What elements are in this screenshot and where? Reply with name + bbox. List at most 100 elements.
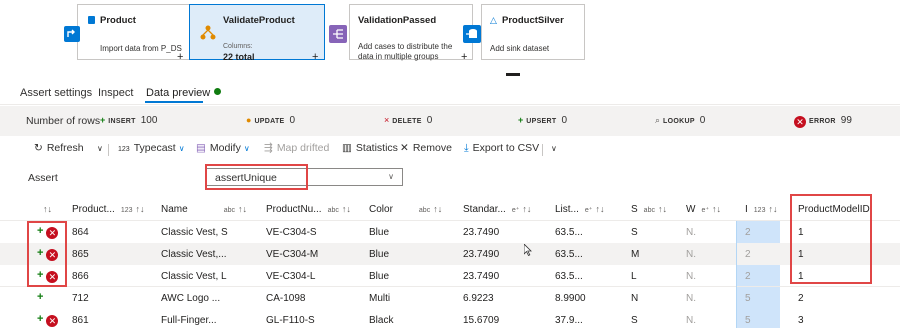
typecast-button[interactable]: 123 Typecast ∨ — [118, 142, 185, 154]
map-drifted-button[interactable]: ⇶ Map drifted — [264, 142, 329, 154]
cell-number: GL-F110-S — [266, 315, 315, 326]
upsert-icon: + — [518, 115, 524, 125]
column-header[interactable]: Sabc ↑↓ — [631, 204, 667, 215]
toolbar-separator — [108, 144, 109, 156]
cell-color: Blue — [369, 249, 390, 260]
search-icon: ⌕ — [655, 115, 661, 125]
chevron-down-icon: ∨ — [243, 144, 250, 153]
database-icon — [88, 16, 95, 24]
node-title: ValidationPassed — [358, 15, 437, 26]
column-name: Name — [161, 204, 188, 215]
cell-product: 864 — [72, 227, 89, 238]
type-icon: abc — [418, 207, 431, 214]
dot-icon: ● — [246, 115, 252, 125]
delta-icon: △ — [490, 15, 497, 25]
cell-color: Black — [369, 315, 394, 326]
tab-inspect[interactable]: Inspect — [98, 87, 133, 99]
sort-icon: ↑↓ — [768, 204, 778, 214]
cell-weight: N. — [686, 315, 696, 326]
update-value: 0 — [289, 115, 296, 126]
column-header[interactable]: I 123 ↑↓ — [745, 204, 777, 215]
preview-toolbar: ↻ Refresh ∨ 123 Typecast ∨ ▤ Modify ∨ ⇶ Map dr… — [0, 140, 900, 160]
column-name: Standar... — [463, 204, 506, 215]
refresh-button[interactable]: ↻ Refresh — [34, 142, 84, 154]
status-dot-icon — [214, 88, 222, 95]
tab-label: Data preview — [146, 87, 211, 99]
cell-number: VE-C304-M — [266, 249, 319, 260]
cell-list: 63.5... — [555, 249, 583, 260]
chevron-down-icon: ∨ — [551, 144, 557, 153]
add-step-button[interactable]: + — [461, 51, 467, 63]
lookup-value: 0 — [699, 115, 706, 126]
chevron-down-icon: ∨ — [178, 144, 185, 153]
cell-list: 63.5... — [555, 227, 583, 238]
column-header[interactable]: List... e⁺ ↑↓ — [555, 204, 605, 215]
toolbar-separator — [542, 144, 543, 156]
active-tab-indicator — [145, 101, 203, 103]
column-header[interactable]: We⁺ ↑↓ — [686, 204, 721, 215]
cell-list: 63.5... — [555, 271, 583, 282]
export-label: Export to CSV — [472, 142, 540, 154]
cell-name: Full-Finger... — [161, 315, 217, 326]
divider — [0, 104, 900, 105]
mouse-cursor-icon — [523, 243, 532, 257]
delete-value: 0 — [426, 115, 433, 126]
sort-icon: ↑↓ — [712, 204, 722, 214]
cell-list: 8.9900 — [555, 293, 586, 304]
refresh-dropdown[interactable]: ∨ — [94, 142, 103, 154]
add-step-button[interactable]: + — [177, 51, 183, 63]
column-name: W — [686, 204, 696, 215]
more-dropdown[interactable]: ∨ — [548, 142, 557, 154]
cell-name: Classic Vest, L — [161, 271, 227, 282]
cell-model-id: 2 — [798, 293, 804, 304]
column-header[interactable]: ProductNu... abc ↑↓ — [266, 204, 351, 215]
cell-number: VE-C304-S — [266, 227, 317, 238]
cell-number: VE-C304-L — [266, 271, 316, 282]
row-stats-bar: Number of rows + INSERT 100 ● UPDATE 0 × DELE… — [0, 106, 900, 136]
error-value: 99 — [840, 115, 852, 126]
add-step-button[interactable]: + — [312, 51, 318, 63]
error-icon: ✕ — [46, 315, 59, 327]
cell-weight: N. — [686, 249, 696, 260]
error-icon: ✕ — [794, 116, 806, 128]
status-column-sort[interactable]: ↑↓ — [40, 204, 52, 215]
column-header[interactable]: Product... 123 ↑↓ — [72, 204, 145, 215]
cell-list: 37.9... — [555, 315, 583, 326]
highlight-box — [205, 164, 308, 190]
node-title: ProductSilver — [502, 15, 564, 26]
column-name: S — [631, 204, 638, 215]
tab-data-preview[interactable]: Data preview — [146, 87, 222, 99]
map-icon: ⇶ — [264, 142, 273, 154]
row-status: + — [37, 291, 43, 303]
type-icon: e⁺ — [701, 207, 710, 214]
cell-size: N — [631, 293, 639, 304]
type-icon: abc — [223, 207, 235, 214]
tab-assert-settings[interactable]: Assert settings — [20, 87, 92, 99]
modify-button[interactable]: ▤ Modify ∨ — [196, 142, 250, 154]
remove-button[interactable]: ✕ Remove — [400, 142, 452, 154]
canvas-scroll-handle[interactable] — [506, 73, 520, 76]
export-csv-button[interactable]: ⤓ Export to CSV — [464, 142, 539, 155]
cell-size: S — [631, 227, 638, 238]
column-header[interactable]: Name abc ↑↓ — [161, 204, 247, 215]
x-icon: × — [384, 115, 390, 125]
sort-icon: ↑↓ — [522, 204, 532, 214]
highlight-box — [790, 194, 872, 284]
update-stat: ● UPDATE 0 — [246, 115, 295, 126]
error-label: ERROR — [809, 118, 836, 125]
statistics-button[interactable]: ▥ Statistics — [342, 142, 398, 154]
node-validation-passed[interactable]: ValidationPassed Add cases to distribute… — [349, 4, 473, 61]
insert-icon: + — [37, 313, 44, 325]
column-header[interactable]: Standar... e⁺ ↑↓ — [463, 204, 531, 215]
dataflow-designer: Product Import data from P_DS + Validate… — [0, 0, 900, 328]
column-name: Product... — [72, 204, 115, 215]
cell-color: Blue — [369, 271, 390, 282]
chevron-down-icon: ∨ — [97, 144, 103, 153]
column-header[interactable]: Color abc ↑↓ — [369, 204, 442, 215]
statistics-icon: ▥ — [342, 142, 352, 154]
error-stat: ✕ ERROR 99 — [794, 115, 852, 128]
remove-label: Remove — [412, 142, 452, 154]
insert-stat: + INSERT 100 — [100, 115, 157, 126]
node-product-silver[interactable]: △ ProductSilver Add sink dataset — [481, 4, 585, 60]
cell-product: 712 — [72, 293, 89, 304]
